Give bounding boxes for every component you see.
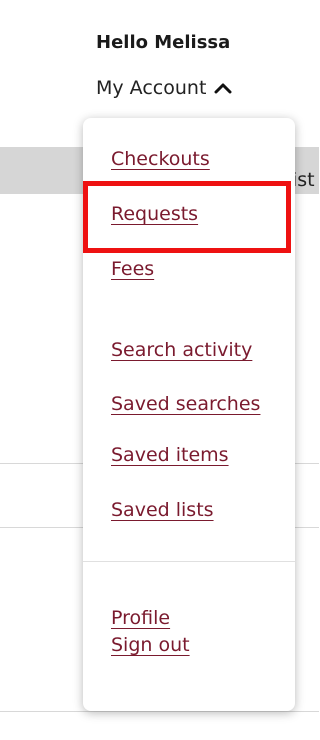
chevron-up-icon: [214, 83, 232, 94]
table-header-text: ist: [292, 169, 315, 191]
account-dropdown-menu: Checkouts Requests Fees Search activity …: [83, 118, 295, 711]
menu-item-profile[interactable]: Profile: [111, 606, 170, 630]
my-account-label: My Account: [96, 77, 207, 99]
user-greeting: Hello Melissa: [96, 32, 231, 53]
menu-item-saved-lists[interactable]: Saved lists: [111, 498, 214, 522]
menu-divider: [83, 561, 295, 562]
menu-item-requests[interactable]: Requests: [111, 202, 198, 226]
menu-item-sign-out[interactable]: Sign out: [111, 633, 190, 657]
my-account-toggle[interactable]: My Account: [96, 76, 232, 100]
menu-item-saved-items[interactable]: Saved items: [111, 443, 229, 467]
menu-item-checkouts[interactable]: Checkouts: [111, 147, 210, 171]
menu-item-saved-searches[interactable]: Saved searches: [111, 392, 260, 416]
menu-item-fees[interactable]: Fees: [111, 257, 154, 281]
menu-item-search-activity[interactable]: Search activity: [111, 338, 252, 362]
row-divider: [0, 711, 319, 712]
